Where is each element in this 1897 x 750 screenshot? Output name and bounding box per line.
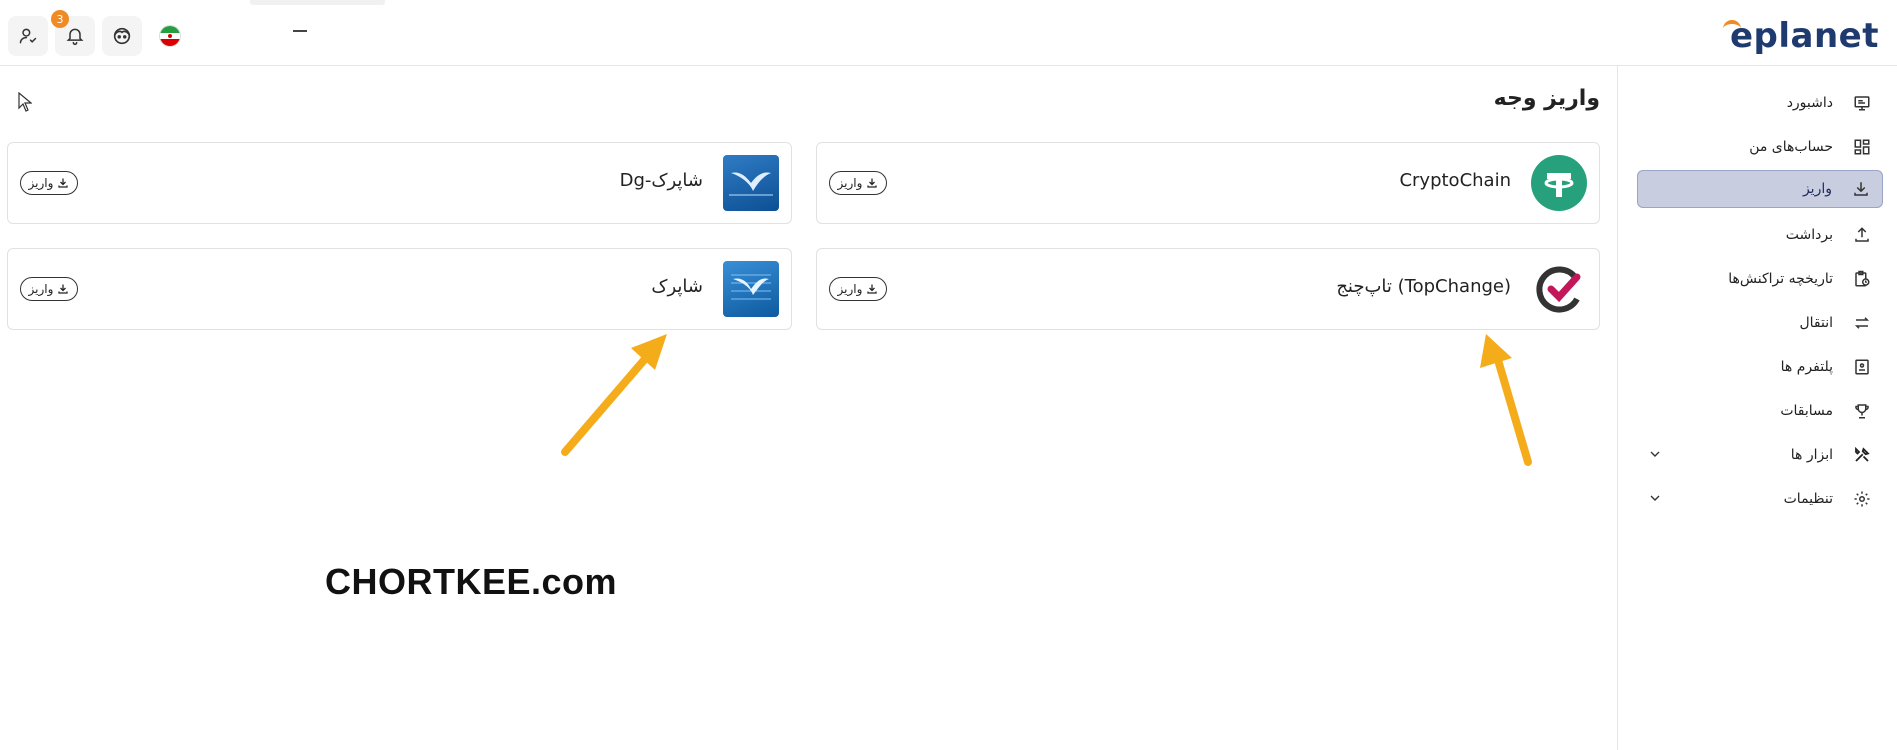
notifications-button[interactable]: 3	[51, 10, 95, 56]
sidebar-item-label: برداشت	[1785, 227, 1833, 243]
platform-icon	[1851, 356, 1873, 378]
sidebar-item-label: داشبورد	[1786, 95, 1833, 111]
sidebar-item-platforms[interactable]: پلتفرم ها	[1637, 348, 1883, 386]
annotation-arrow-left	[561, 334, 667, 456]
sidebar-item-tools[interactable]: ابزار ها	[1637, 436, 1883, 474]
deposit-method-card[interactable]: Dg-شاپرک واریز	[7, 142, 792, 224]
deposit-method-card[interactable]: CryptoChain واریز	[816, 142, 1600, 224]
deposit-button[interactable]: واریز	[829, 171, 887, 195]
method-name: شاپرک	[651, 276, 703, 297]
brand-logo[interactable]: eplanet	[1730, 16, 1879, 56]
button-label: واریز	[837, 282, 863, 296]
download-icon	[867, 284, 878, 294]
sidebar-item-transaction-history[interactable]: تاریخچه تراکنش‌ها	[1637, 260, 1883, 298]
notification-badge: 3	[51, 10, 69, 28]
top-bar: eplanet 3	[0, 0, 1897, 66]
tether-logo-icon	[1531, 155, 1587, 211]
mouse-cursor-icon	[18, 92, 32, 112]
monitor-icon	[1851, 92, 1873, 114]
sidebar-item-settings[interactable]: تنظیمات	[1637, 480, 1883, 518]
download-icon	[58, 284, 69, 294]
sidebar-item-withdraw[interactable]: برداشت	[1637, 216, 1883, 254]
header-dash	[293, 30, 307, 32]
download-icon	[58, 178, 69, 188]
tools-icon	[1851, 444, 1873, 466]
button-label: واریز	[28, 176, 54, 190]
sidebar-item-deposit[interactable]: واریز	[1637, 170, 1883, 208]
button-label: واریز	[28, 282, 54, 296]
support-face-icon	[113, 27, 131, 45]
annotation-arrow-right	[1480, 334, 1532, 466]
download-icon	[867, 178, 878, 188]
deposit-button[interactable]: واریز	[20, 277, 78, 301]
sidebar-item-label: تاریخچه تراکنش‌ها	[1728, 271, 1833, 287]
grid-icon	[1851, 136, 1873, 158]
sidebar-item-label: پلتفرم ها	[1780, 359, 1833, 375]
trophy-icon	[1851, 400, 1873, 422]
support-avatar-button[interactable]	[102, 16, 142, 56]
gear-icon	[1851, 488, 1873, 510]
sidebar-item-label: انتقال	[1799, 315, 1833, 331]
page-title: واریز وجه	[1493, 86, 1600, 111]
sidebar-item-transfer[interactable]: انتقال	[1637, 304, 1883, 342]
bell-icon	[66, 28, 84, 46]
sidebar-item-dashboard[interactable]: داشبورد	[1637, 84, 1883, 122]
method-name: Dg-شاپرک	[619, 170, 703, 191]
iran-flag-icon[interactable]	[159, 25, 181, 47]
upload-icon	[1851, 224, 1873, 246]
deposit-method-card[interactable]: تاپ‌چنج (TopChange) واریز	[816, 248, 1600, 330]
transfer-arrows-icon	[1851, 312, 1873, 334]
watermark-text: CHORTKEE.com	[325, 561, 618, 602]
sidebar-item-label: ابزار ها	[1790, 447, 1833, 463]
sidebar-item-label: حساب‌های من	[1749, 139, 1833, 155]
clipboard-clock-icon	[1851, 268, 1873, 290]
shaparak-logo-icon	[723, 261, 779, 317]
sidebar-item-label: تنظیمات	[1783, 491, 1833, 507]
user-check-icon	[19, 28, 37, 44]
sidebar-item-my-accounts[interactable]: حساب‌های من	[1637, 128, 1883, 166]
button-label: واریز	[837, 176, 863, 190]
sidebar: داشبورد حساب‌های من واریز برداشت تاریخچه…	[1617, 66, 1897, 750]
sidebar-item-label: مسابقات	[1780, 403, 1833, 419]
method-name: CryptoChain	[1399, 170, 1511, 191]
method-name: تاپ‌چنج (TopChange)	[1336, 276, 1511, 297]
deposit-method-card[interactable]: شاپرک واریز	[7, 248, 792, 330]
download-icon	[1850, 178, 1872, 200]
shaparak-logo-icon	[723, 155, 779, 211]
chevron-down-icon	[1650, 451, 1660, 457]
chevron-down-icon	[1650, 495, 1660, 501]
topchange-logo-icon	[1531, 261, 1587, 317]
deposit-button[interactable]: واریز	[20, 171, 78, 195]
deposit-button[interactable]: واریز	[829, 277, 887, 301]
sidebar-item-competitions[interactable]: مسابقات	[1637, 392, 1883, 430]
sidebar-item-label: واریز	[1802, 181, 1832, 197]
profile-check-button[interactable]	[8, 16, 48, 56]
top-tab-indicator	[250, 0, 385, 5]
